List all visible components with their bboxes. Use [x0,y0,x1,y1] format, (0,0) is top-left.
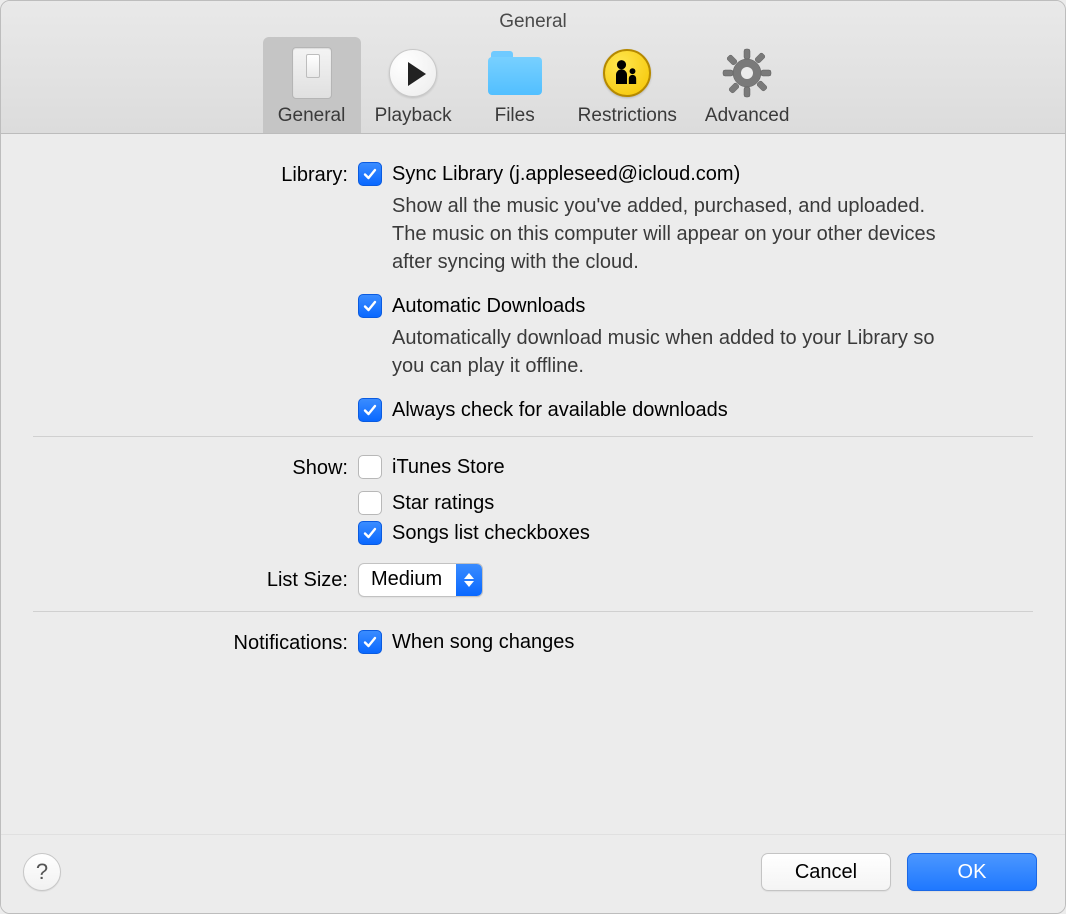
titlebar: General General Playback Files [1,1,1065,134]
help-button[interactable]: ? [23,853,61,891]
tab-label: Files [495,105,535,127]
sync-library-label: Sync Library (j.appleseed@icloud.com) [392,163,740,186]
tab-advanced[interactable]: Advanced [691,37,804,133]
ok-button[interactable]: OK [907,853,1037,891]
gear-icon [721,47,773,99]
footer: ? Cancel OK [1,834,1065,913]
library-label: Library: [33,162,358,187]
songs-list-checkboxes-label: Songs list checkboxes [392,522,590,545]
stepper-icon [456,564,482,596]
automatic-downloads-help: Automatically download music when added … [392,324,952,380]
general-icon [292,47,332,99]
content-area: Library: Sync Library (j.appleseed@iclou… [1,134,1065,834]
preferences-window: General General Playback Files [0,0,1066,914]
songs-list-checkboxes-checkbox[interactable] [358,521,382,545]
play-icon [389,49,437,97]
cancel-button[interactable]: Cancel [761,853,891,891]
list-size-value: Medium [359,564,456,596]
always-check-label: Always check for available downloads [392,399,728,422]
window-title: General [1,1,1065,37]
when-song-changes-label: When song changes [392,631,574,654]
parental-icon [603,49,651,97]
divider [33,611,1033,612]
list-size-select[interactable]: Medium [358,563,483,597]
tab-label: General [278,105,346,127]
tab-label: Playback [375,105,452,127]
sync-library-checkbox[interactable] [358,162,382,186]
itunes-store-checkbox[interactable] [358,455,382,479]
tab-restrictions[interactable]: Restrictions [564,37,691,133]
always-check-checkbox[interactable] [358,398,382,422]
sync-library-help: Show all the music you've added, purchas… [392,192,952,276]
when-song-changes-checkbox[interactable] [358,630,382,654]
star-ratings-checkbox[interactable] [358,491,382,515]
folder-icon [488,51,542,95]
automatic-downloads-label: Automatic Downloads [392,295,585,318]
tab-label: Advanced [705,105,790,127]
notifications-label: Notifications: [33,630,358,655]
tab-playback[interactable]: Playback [361,37,466,133]
tab-label: Restrictions [578,105,677,127]
list-size-label: List Size: [33,563,358,592]
help-icon: ? [36,859,48,885]
divider [33,436,1033,437]
automatic-downloads-checkbox[interactable] [358,294,382,318]
star-ratings-label: Star ratings [392,492,494,515]
preferences-toolbar: General Playback Files [1,37,1065,133]
itunes-store-label: iTunes Store [392,456,505,479]
tab-files[interactable]: Files [466,37,564,133]
show-label: Show: [33,455,358,480]
tab-general[interactable]: General [263,37,361,133]
